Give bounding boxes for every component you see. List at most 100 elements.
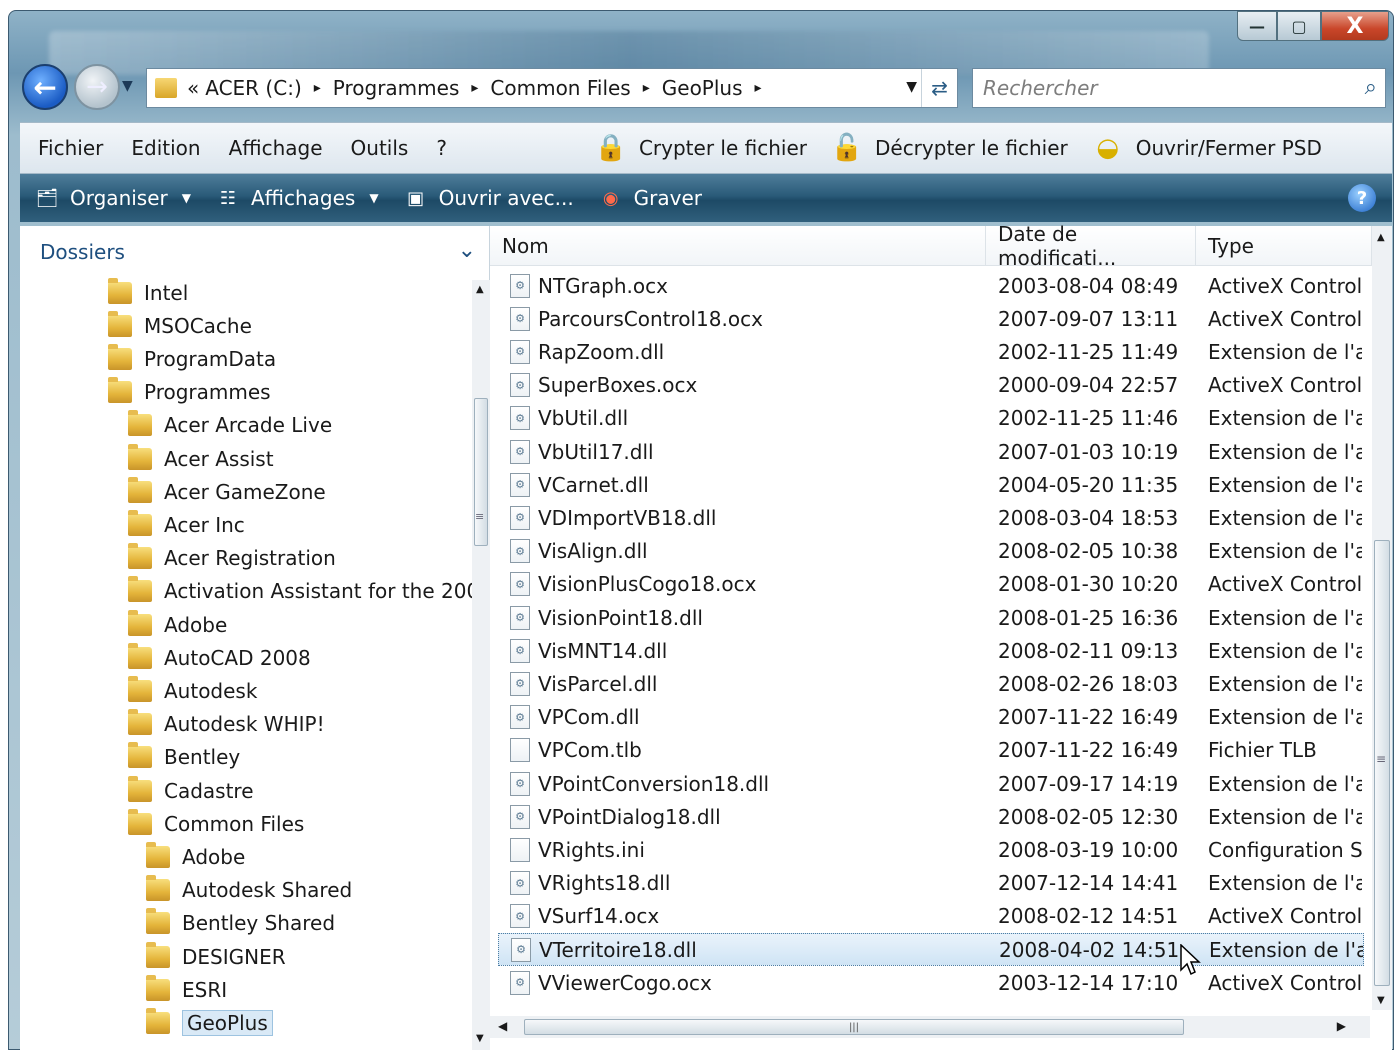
folder-tree-item[interactable]: Common Files bbox=[128, 807, 304, 840]
file-row[interactable]: ⚙ VbUtil.dll 2002-11-25 11:46 Extension de … bbox=[498, 402, 1364, 435]
breadcrumb-separator[interactable]: ▸ bbox=[643, 80, 650, 96]
folder-icon bbox=[128, 642, 152, 669]
breadcrumb-acer-c[interactable]: ACER (C:) bbox=[205, 76, 302, 100]
menu-edition[interactable]: Edition bbox=[117, 136, 214, 160]
file-row[interactable]: ⚙ VRights.ini 2008-03-19 10:00 Configuratio… bbox=[498, 833, 1364, 866]
scroll-up-arrow[interactable]: ▲ bbox=[1377, 232, 1385, 243]
file-row[interactable]: ⚙ NTGraph.ocx 2003-08-04 08:49 ActiveX Cont… bbox=[498, 269, 1364, 302]
breadcrumb-geoplus[interactable]: GeoPlus bbox=[662, 76, 743, 100]
folder-tree-item[interactable]: Acer Assist bbox=[128, 442, 274, 475]
folder-tree-item[interactable]: ESRI bbox=[146, 973, 227, 1006]
file-row[interactable]: ⚙ VisionPlusCogo18.ocx 2008-01-30 10:20 Act… bbox=[498, 568, 1364, 601]
file-row[interactable]: ⚙ VPCom.tlb 2007-11-22 16:49 Fichier TLB bbox=[498, 734, 1364, 767]
search-icon[interactable]: ⌕ bbox=[1365, 75, 1377, 100]
folder-tree-item[interactable]: Acer Arcade Live bbox=[128, 409, 332, 442]
scroll-up-arrow[interactable]: ▲ bbox=[476, 284, 484, 295]
folder-tree-item[interactable]: Cadastre bbox=[128, 774, 254, 807]
folders-title: Dossiers bbox=[40, 240, 125, 264]
folder-tree-item[interactable]: Autodesk bbox=[128, 674, 257, 707]
folder-tree-item[interactable]: Adobe bbox=[128, 608, 227, 641]
scroll-right-arrow[interactable]: ▶ bbox=[1337, 1019, 1346, 1033]
scroll-down-arrow[interactable]: ▼ bbox=[476, 1033, 484, 1044]
folder-tree-item[interactable]: Intel bbox=[108, 276, 188, 309]
file-row[interactable]: ⚙ VisMNT14.dll 2008-02-11 09:13 Extension d… bbox=[498, 634, 1364, 667]
menu-outils[interactable]: Outils bbox=[337, 136, 423, 160]
address-overflow[interactable]: « bbox=[187, 76, 199, 100]
file-date: 2007-09-17 14:19 bbox=[998, 771, 1179, 796]
folder-tree-item[interactable]: Bentley bbox=[128, 741, 240, 774]
file-list-scrollbar[interactable]: ▲ ≡ ▼ bbox=[1372, 226, 1392, 1010]
file-row[interactable]: ⚙ VPointDialog18.dll 2008-02-05 12:30 Exten… bbox=[498, 800, 1364, 833]
help-button[interactable]: ? bbox=[1348, 184, 1376, 212]
folder-tree-item[interactable]: AutoCAD 2008 bbox=[128, 641, 311, 674]
folders-header[interactable]: Dossiers ⌄ bbox=[20, 226, 490, 278]
file-row[interactable]: ⚙ VDImportVB18.dll 2008-03-04 18:53 Extensi… bbox=[498, 501, 1364, 534]
organiser-button[interactable]: 🗂 Organiser ▼ bbox=[20, 186, 203, 210]
breadcrumb-common-files[interactable]: Common Files bbox=[490, 76, 630, 100]
scroll-down-arrow[interactable]: ▼ bbox=[1377, 995, 1385, 1006]
folder-tree-item[interactable]: Bentley Shared bbox=[146, 907, 335, 940]
search-input[interactable]: Rechercher ⌕ bbox=[972, 68, 1386, 108]
folder-tree-item[interactable]: GeoPlus bbox=[146, 1006, 273, 1039]
file-row[interactable]: ⚙ SuperBoxes.ocx 2000-09-04 22:57 ActiveX C… bbox=[498, 369, 1364, 402]
forward-button[interactable]: → bbox=[74, 64, 120, 110]
menu-affichage[interactable]: Affichage bbox=[215, 136, 337, 160]
folder-tree-item[interactable]: Acer GameZone bbox=[128, 475, 326, 508]
menu-help[interactable]: ? bbox=[422, 136, 461, 160]
scroll-thumb[interactable]: ||| bbox=[524, 1019, 1184, 1035]
file-row[interactable]: ⚙ VPointConversion18.dll 2007-09-17 14:19 E… bbox=[498, 767, 1364, 800]
address-bar[interactable]: « ACER (C:) ▸ Programmes ▸ Common Files … bbox=[146, 68, 958, 108]
breadcrumb-separator[interactable]: ▸ bbox=[314, 80, 321, 96]
breadcrumb-separator[interactable]: ▸ bbox=[755, 80, 762, 96]
folder-tree-item[interactable]: ProgramData bbox=[108, 342, 276, 375]
column-header-type[interactable]: Type bbox=[1196, 226, 1372, 266]
chevron-down-icon[interactable]: ⌄ bbox=[458, 238, 476, 263]
folder-tree-item[interactable]: MSOCache bbox=[108, 309, 252, 342]
file-row[interactable]: ⚙ VisionPoint18.dll 2008-01-25 16:36 Extens… bbox=[498, 601, 1364, 634]
breadcrumb-programmes[interactable]: Programmes bbox=[333, 76, 460, 100]
affichages-button[interactable]: ☷ Affichages ▼ bbox=[203, 186, 391, 210]
file-type: Extension de l'ap bbox=[1208, 671, 1362, 696]
folder-tree-item[interactable]: Autodesk Shared bbox=[146, 874, 352, 907]
folder-tree-item[interactable]: Acer Registration bbox=[128, 542, 336, 575]
minimize-button[interactable]: — bbox=[1237, 11, 1277, 41]
file-row[interactable]: ⚙ RapZoom.dll 2002-11-25 11:49 Extension de… bbox=[498, 335, 1364, 368]
file-row[interactable]: ⚙ VbUtil17.dll 2007-01-03 10:19 Extension d… bbox=[498, 435, 1364, 468]
folder-tree-item[interactable]: Adobe bbox=[146, 840, 245, 873]
file-row[interactable]: ⚙ VPCom.dll 2007-11-22 16:49 Extension de l… bbox=[498, 701, 1364, 734]
folder-tree-item[interactable]: Programmes bbox=[108, 376, 271, 409]
folder-tree-item[interactable]: DESIGNER bbox=[146, 940, 286, 973]
maximize-button[interactable]: ▢ bbox=[1277, 11, 1321, 41]
file-row[interactable]: ⚙ VCarnet.dll 2004-05-20 11:35 Extension de… bbox=[498, 468, 1364, 501]
folder-tree-item[interactable]: Autodesk WHIP! bbox=[128, 708, 325, 741]
address-dropdown[interactable]: ▼ bbox=[906, 79, 917, 95]
file-row[interactable]: ⚙ ParcoursControl18.ocx 2007-09-07 13:11 Ac… bbox=[498, 302, 1364, 335]
horizontal-scrollbar[interactable]: ◀ ||| ▶ bbox=[490, 1016, 1370, 1038]
folder-tree-item[interactable]: Activation Assistant for the 2007 bbox=[128, 575, 492, 608]
breadcrumb-separator[interactable]: ▸ bbox=[471, 80, 478, 96]
ouvrir-avec-button[interactable]: ▣ Ouvrir avec... bbox=[391, 186, 586, 210]
column-header-date[interactable]: Date de modificati... bbox=[986, 222, 1196, 270]
recent-pages-dropdown[interactable]: ▼ bbox=[122, 78, 133, 94]
file-name-cell: ⚙ VTerritoire18.dll bbox=[511, 937, 697, 962]
back-button[interactable]: ← bbox=[22, 64, 68, 110]
folder-icon bbox=[128, 509, 152, 536]
folder-tree-item[interactable]: Acer Inc bbox=[128, 508, 245, 541]
close-button[interactable]: X bbox=[1321, 11, 1389, 41]
refresh-button[interactable]: ⇄ bbox=[921, 69, 957, 107]
file-row[interactable]: ⚙ VTerritoire18.dll 2008-04-02 14:51 Extens… bbox=[498, 933, 1364, 966]
file-row[interactable]: ⚙ VisParcel.dll 2008-02-26 18:03 Extension … bbox=[498, 667, 1364, 700]
open-close-psd-button[interactable]: ◒ Ouvrir/Fermer PSD bbox=[1090, 130, 1321, 166]
column-header-nom[interactable]: Nom bbox=[490, 226, 986, 266]
folders-scrollbar[interactable]: ▲ ≡ ▼ bbox=[472, 280, 490, 1050]
scroll-thumb[interactable] bbox=[474, 398, 488, 546]
graver-button[interactable]: ◉ Graver bbox=[586, 186, 714, 210]
scroll-left-arrow[interactable]: ◀ bbox=[498, 1019, 507, 1033]
file-row[interactable]: ⚙ VViewerCogo.ocx 2003-12-14 17:10 ActiveX … bbox=[498, 966, 1364, 999]
menu-fichier[interactable]: Fichier bbox=[20, 136, 117, 160]
decrypt-file-button[interactable]: 🔓 Décrypter le fichier bbox=[829, 130, 1068, 166]
file-row[interactable]: ⚙ VRights18.dll 2007-12-14 14:41 Extension … bbox=[498, 867, 1364, 900]
file-row[interactable]: ⚙ VSurf14.ocx 2008-02-12 14:51 ActiveX Cont… bbox=[498, 900, 1364, 933]
crypt-file-button[interactable]: 🔒 Crypter le fichier bbox=[593, 130, 807, 166]
file-row[interactable]: ⚙ VisAlign.dll 2008-02-05 10:38 Extension d… bbox=[498, 535, 1364, 568]
